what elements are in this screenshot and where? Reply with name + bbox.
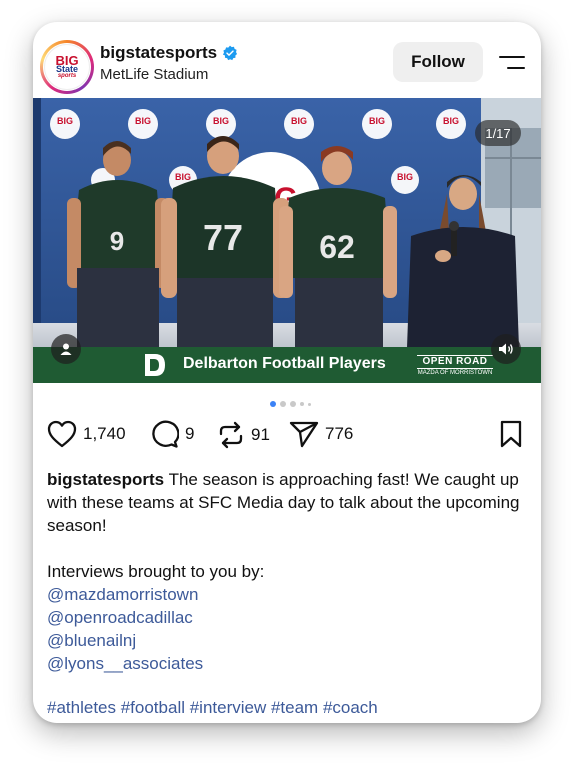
save-action[interactable] [499, 420, 523, 448]
mention-link[interactable]: @mazdamorristown [47, 583, 527, 606]
share-count: 776 [325, 424, 354, 443]
like-action[interactable]: 1,740 [47, 420, 126, 448]
svg-text:BIG: BIG [213, 116, 229, 126]
like-count: 1,740 [83, 424, 126, 443]
heart-icon[interactable] [47, 420, 77, 448]
jersey-number-1: 9 [110, 226, 124, 256]
post-card: BIG State sports bigstatesports MetLife … [33, 22, 541, 723]
post-caption: bigstatesports The season is approaching… [47, 468, 527, 675]
brand-logo: BIG State sports [44, 44, 90, 90]
menu-icon[interactable] [499, 54, 525, 72]
mention-link[interactable]: @openroadcadillac [47, 606, 527, 629]
svg-text:BIG: BIG [443, 116, 459, 126]
carousel-dot [280, 401, 286, 407]
carousel-dot [308, 402, 311, 406]
post-photo: BIGBIGBIG BIGBIGBIG BIGBIG BIG 9 [33, 98, 541, 383]
svg-text:BIG: BIG [397, 172, 413, 182]
sponsor-logo: OPEN ROAD MAZDA OF MORRISTOWN [417, 355, 493, 376]
carousel-dot [300, 402, 304, 406]
carousel-dot [290, 401, 296, 407]
location-link[interactable]: MetLife Stadium [100, 66, 208, 83]
svg-text:BIG: BIG [291, 116, 307, 126]
share-action[interactable]: 776 [289, 420, 353, 448]
svg-text:BIG: BIG [369, 116, 385, 126]
svg-text:BIG: BIG [135, 116, 151, 126]
caption-username[interactable]: bigstatesports [47, 470, 164, 489]
comment-action[interactable]: 9 [149, 420, 194, 448]
post-media[interactable]: BIGBIGBIG BIGBIGBIG BIGBIG BIG 9 [33, 98, 541, 383]
comment-count: 9 [185, 424, 195, 443]
svg-text:BIG: BIG [57, 116, 73, 126]
repost-action[interactable]: 91 [217, 420, 270, 450]
carousel-dots [270, 400, 311, 408]
user-tag-button[interactable] [51, 334, 81, 364]
avatar[interactable]: BIG State sports [40, 40, 94, 94]
sound-icon [499, 343, 513, 355]
carousel-dot-active [270, 401, 276, 407]
banner-caption: Delbarton Football Players [183, 355, 386, 372]
jersey-number-3: 62 [319, 229, 355, 265]
action-bar: 1,740 9 91 776 [33, 420, 541, 460]
follow-button[interactable]: Follow [393, 42, 483, 82]
repost-icon[interactable] [217, 420, 245, 450]
post-header: BIG State sports bigstatesports MetLife … [33, 22, 541, 98]
username-text[interactable]: bigstatesports [100, 43, 217, 63]
interviews-intro: Interviews brought to you by: [47, 562, 265, 581]
comment-icon[interactable] [149, 420, 179, 448]
video-banner: Delbarton Football Players OPEN ROAD MAZ… [33, 347, 541, 383]
jersey-number-2: 77 [203, 217, 243, 258]
school-d-logo [139, 350, 169, 380]
sound-toggle-button[interactable] [491, 334, 521, 364]
bookmark-icon[interactable] [499, 420, 523, 448]
user-tag-icon [60, 343, 72, 355]
mention-link[interactable]: @bluenailnj [47, 629, 527, 652]
hashtags[interactable]: #athletes #football #interview #team #co… [47, 698, 378, 718]
svg-text:BIG: BIG [175, 172, 191, 182]
carousel-counter: 1/17 [475, 120, 521, 146]
verified-badge-icon [223, 45, 238, 61]
mention-link[interactable]: @lyons__associates [47, 652, 527, 675]
repost-count: 91 [251, 425, 270, 444]
username-link[interactable]: bigstatesports [100, 43, 238, 63]
share-icon[interactable] [289, 420, 319, 448]
